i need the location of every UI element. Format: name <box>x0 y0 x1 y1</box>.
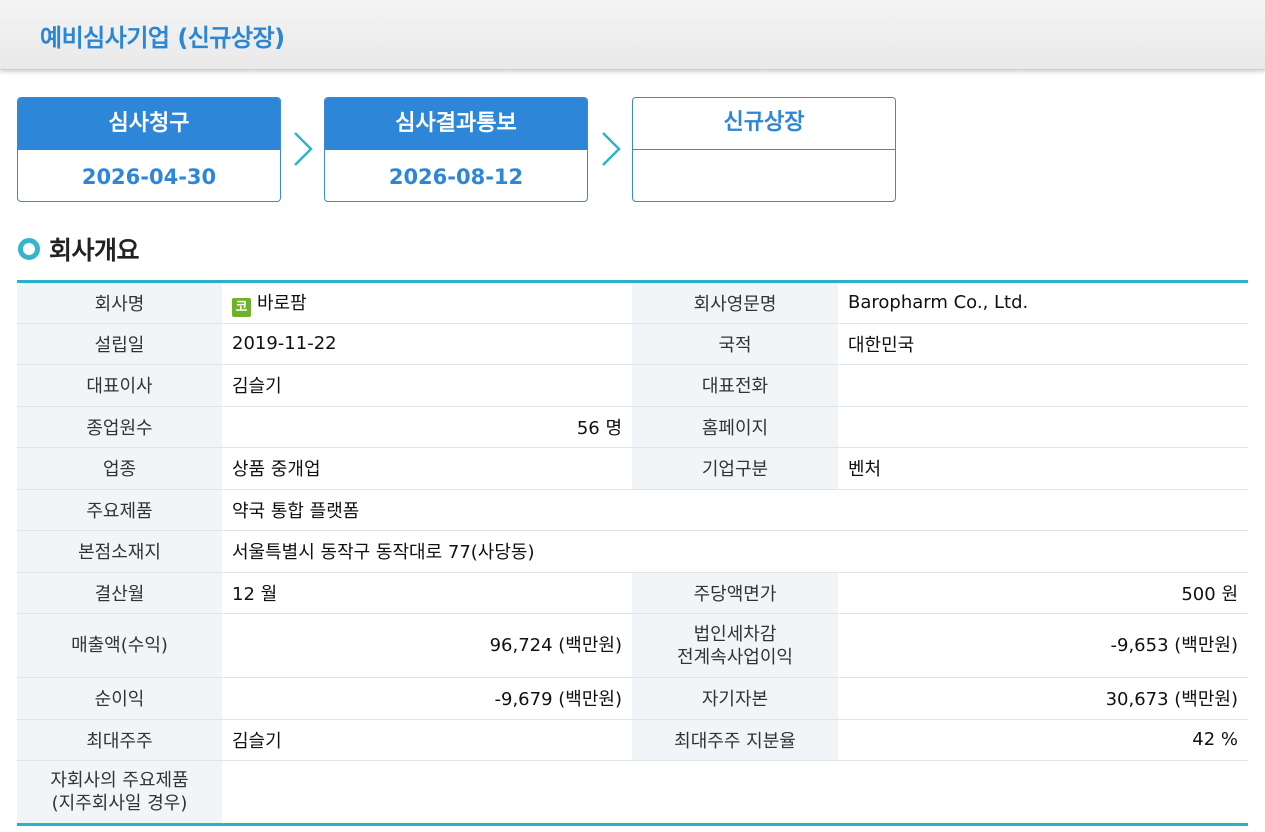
kosdaq-market-icon: 코 <box>232 297 251 317</box>
chevron-right-icon <box>294 132 313 166</box>
eng-name-label: 회사영문명 <box>632 281 838 324</box>
subsidiary-products <box>222 760 1248 825</box>
largest-holder: 김슬기 <box>222 719 632 761</box>
circle-bullet-icon <box>18 238 40 260</box>
eng-name: Baropharm Co., Ltd. <box>838 281 1248 324</box>
ceo-label: 대표이사 <box>17 364 222 407</box>
phone <box>838 364 1248 407</box>
header-bar: 예비심사기업 (신규상장) <box>0 0 1265 70</box>
fiscal-month: 12 월 <box>222 572 632 614</box>
step-date: 2026-04-30 <box>81 165 217 189</box>
company-name-cell: 코 바로팜 <box>222 281 632 324</box>
revenue-label: 매출액(수익) <box>17 613 222 678</box>
net-income-label: 순이익 <box>17 677 222 720</box>
products-label: 주요제품 <box>17 489 222 531</box>
equity-label: 자기자본 <box>632 677 838 720</box>
step-date <box>633 150 895 201</box>
table-row: 매출액(수익) 96,724 (백만원) 법인세차감 전계속사업이익 -9,653… <box>17 613 1248 678</box>
page-title: 예비심사기업 (신규상장) <box>40 24 285 52</box>
company-name-label: 회사명 <box>17 281 222 324</box>
holder-share-label: 최대주주 지분율 <box>632 719 838 761</box>
equity: 30,673 (백만원) <box>838 677 1248 720</box>
country: 대한민국 <box>838 323 1248 365</box>
fiscal-month-label: 결산월 <box>17 572 222 614</box>
section-label: 회사개요 <box>49 236 140 265</box>
chevron-right-icon <box>602 132 621 166</box>
table-row: 회사명 코 바로팜 회사영문명 Baropharm Co., Ltd. <box>17 281 1248 324</box>
step-review-request: 심사청구 2026-04-30 <box>17 97 281 202</box>
company-overview-table: 회사명 코 바로팜 회사영문명 Baropharm Co., Ltd. 설립일 2… <box>17 280 1248 826</box>
employees: 56 명 <box>222 406 632 448</box>
step-label: 심사청구 <box>18 98 280 150</box>
homepage-label: 홈페이지 <box>632 406 838 448</box>
subsidiary-label-line1: 자회사의 주요제품 <box>50 770 189 791</box>
section-title: 회사개요 <box>18 232 140 266</box>
largest-holder-label: 최대주주 <box>17 719 222 761</box>
company-type-label: 기업구분 <box>632 447 838 490</box>
pretax-label-line2: 전계속사업이익 <box>677 646 793 668</box>
net-income: -9,679 (백만원) <box>222 677 632 720</box>
table-row: 순이익 -9,679 (백만원) 자기자본 30,673 (백만원) <box>17 677 1248 720</box>
table-row: 종업원수 56 명 홈페이지 <box>17 406 1248 448</box>
revenue: 96,724 (백만원) <box>222 613 632 678</box>
industry-label: 업종 <box>17 447 222 490</box>
par-value: 500 원 <box>838 572 1248 614</box>
address: 서울특별시 동작구 동작대로 77(사당동) <box>222 530 1248 573</box>
table-row: 대표이사 김슬기 대표전화 <box>17 364 1248 407</box>
holder-share: 42 % <box>838 719 1248 761</box>
listing-steps: 심사청구 2026-04-30 심사결과통보 2026-08-12 신규상장 <box>17 97 897 202</box>
pretax-income: -9,653 (백만원) <box>838 613 1248 678</box>
founded-label: 설립일 <box>17 323 222 365</box>
step-new-listing: 신규상장 <box>632 97 896 202</box>
table-row: 자회사의 주요제품 (지주회사일 경우) <box>17 760 1248 825</box>
step-label: 심사결과통보 <box>325 98 587 150</box>
table-row: 설립일 2019-11-22 국적 대한민국 <box>17 323 1248 365</box>
step-review-result: 심사결과통보 2026-08-12 <box>324 97 588 202</box>
products: 약국 통합 플랫폼 <box>222 489 1248 531</box>
table-row: 주요제품 약국 통합 플랫폼 <box>17 489 1248 531</box>
company-type: 벤처 <box>838 447 1248 490</box>
table-row: 업종 상품 중개업 기업구분 벤처 <box>17 447 1248 490</box>
phone-label: 대표전화 <box>632 364 838 407</box>
founded-date: 2019-11-22 <box>222 323 632 365</box>
step-label: 신규상장 <box>633 98 895 150</box>
country-label: 국적 <box>632 323 838 365</box>
company-name: 바로팜 <box>257 292 307 314</box>
table-row: 최대주주 김슬기 최대주주 지분율 42 % <box>17 719 1248 761</box>
address-label: 본점소재지 <box>17 530 222 573</box>
industry: 상품 중개업 <box>222 447 632 490</box>
pretax-income-label: 법인세차감 전계속사업이익 <box>632 613 838 678</box>
step-date: 2026-08-12 <box>388 165 524 189</box>
ceo: 김슬기 <box>222 364 632 407</box>
table-row: 본점소재지 서울특별시 동작구 동작대로 77(사당동) <box>17 530 1248 573</box>
par-value-label: 주당액면가 <box>632 572 838 614</box>
subsidiary-products-label: 자회사의 주요제품 (지주회사일 경우) <box>17 760 222 825</box>
homepage-link[interactable] <box>838 406 1248 448</box>
employees-label: 종업원수 <box>17 406 222 448</box>
subsidiary-label-line2: (지주회사일 경우) <box>51 793 188 814</box>
table-row: 결산월 12 월 주당액면가 500 원 <box>17 572 1248 614</box>
pretax-label-line1: 법인세차감 <box>693 623 777 645</box>
